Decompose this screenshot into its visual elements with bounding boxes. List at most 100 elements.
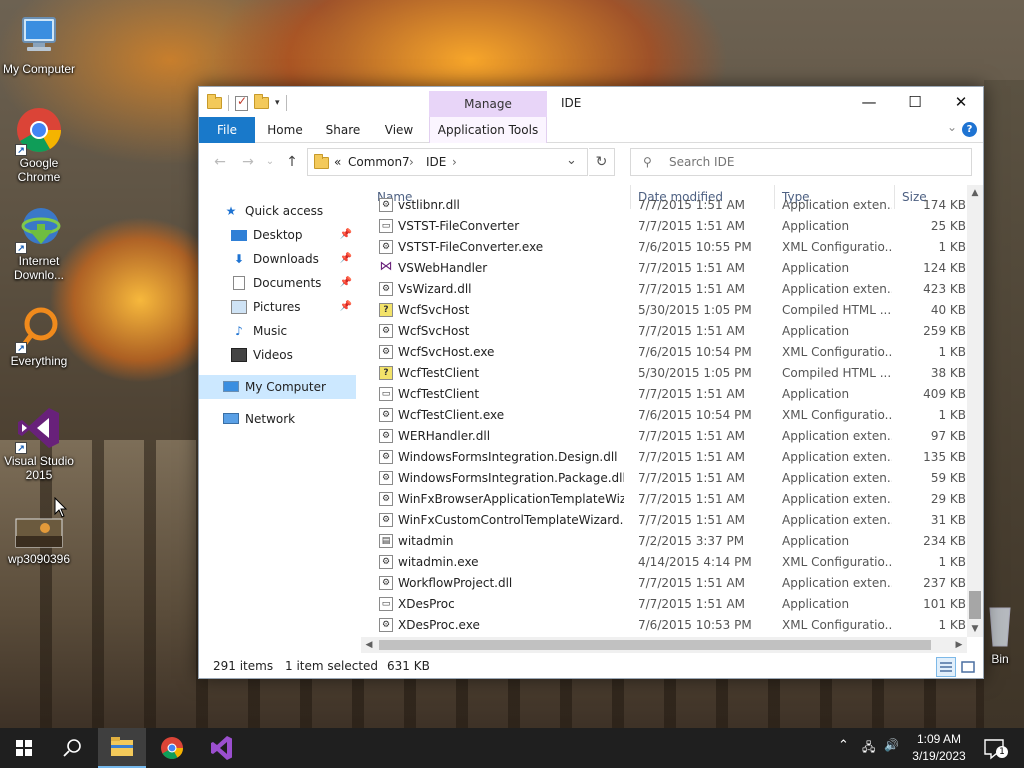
customize-toolbar-icon[interactable]: ▾: [275, 98, 280, 108]
pin-icon[interactable]: 📌: [340, 271, 352, 295]
manage-tab[interactable]: Manage: [429, 97, 547, 111]
network-icon[interactable]: 🖧: [862, 738, 875, 759]
file-name: WcfSvcHost: [398, 303, 470, 317]
table-row[interactable]: ⚙ WindowsFormsIntegration.Package.dll 7/7/…: [371, 468, 967, 489]
nav-quick-access[interactable]: ★ Quick access: [199, 199, 356, 223]
taskbar-file-explorer[interactable]: [98, 728, 146, 768]
breadcrumb-overflow[interactable]: «: [334, 155, 341, 169]
horizontal-scrollbar[interactable]: ◀ ▶: [361, 637, 967, 653]
pin-icon[interactable]: 📌: [340, 247, 352, 271]
search-button[interactable]: [48, 728, 96, 768]
new-folder-icon[interactable]: [254, 94, 269, 109]
file-date: 7/7/2015 1:51 AM: [638, 471, 746, 485]
table-row[interactable]: ⚙ WcfTestClient.exe 7/6/2015 10:54 PM XML C…: [371, 405, 967, 426]
nav-item-documents[interactable]: Documents 📌: [199, 271, 356, 295]
desktop-icon-visual-studio[interactable]: ↗ Visual Studio 2015: [0, 404, 78, 482]
scroll-down-icon[interactable]: ▼: [967, 621, 983, 637]
table-row[interactable]: ⚙ vstlibnr.dll 7/7/2015 1:51 AM Application…: [371, 195, 967, 216]
desktop-icon-everything[interactable]: ↗ Everything: [0, 304, 78, 368]
tab-application-tools[interactable]: Application Tools: [429, 117, 547, 143]
minimize-button[interactable]: —: [846, 91, 892, 115]
table-row[interactable]: ⚙ VsWizard.dll 7/7/2015 1:51 AM Application…: [371, 279, 967, 300]
file-date: 7/7/2015 1:51 AM: [638, 282, 746, 296]
everything-icon: ↗: [15, 304, 63, 354]
file-type: Application exten...: [782, 450, 892, 464]
table-row[interactable]: ⚙ VSTST-FileConverter.exe 7/6/2015 10:55 P…: [371, 237, 967, 258]
table-row[interactable]: ⚙ WcfSvcHost.exe 7/6/2015 10:54 PM XML Conf…: [371, 342, 967, 363]
file-size: 234 KB: [923, 534, 966, 548]
nav-item-pictures[interactable]: Pictures 📌: [199, 295, 356, 319]
maximize-button[interactable]: ☐: [892, 91, 938, 115]
table-row[interactable]: ▭ XDesProc 7/7/2015 1:51 AM Application 101 …: [371, 594, 967, 615]
breadcrumb-ide[interactable]: IDE: [426, 155, 446, 169]
taskbar-chrome[interactable]: [148, 728, 196, 768]
address-dropdown-icon[interactable]: ⌄: [566, 153, 577, 168]
scroll-up-icon[interactable]: ▲: [967, 185, 983, 201]
search-input[interactable]: [669, 153, 959, 171]
vertical-scrollbar[interactable]: ▲ ▼: [967, 185, 983, 637]
chrome-icon: [161, 737, 183, 759]
recent-locations-icon[interactable]: ⌄: [259, 152, 281, 172]
volume-icon[interactable]: 🔊: [884, 738, 899, 752]
tab-file[interactable]: File: [199, 117, 255, 143]
tab-home[interactable]: Home: [259, 117, 311, 143]
file-size: 31 KB: [930, 513, 966, 527]
table-row[interactable]: ▭ VSTST-FileConverter 7/7/2015 1:51 AM Appl…: [371, 216, 967, 237]
taskbar-visual-studio[interactable]: [198, 728, 246, 768]
show-hidden-icons-icon[interactable]: ⌃: [838, 738, 849, 753]
breadcrumb-separator[interactable]: ›: [409, 155, 414, 169]
pin-icon[interactable]: 📌: [340, 223, 352, 247]
table-row[interactable]: ▭ WcfTestClient 7/7/2015 1:51 AM Applicatio…: [371, 384, 967, 405]
nav-item-downloads[interactable]: ⬇ Downloads 📌: [199, 247, 356, 271]
forward-arrow-icon[interactable]: →: [237, 152, 259, 172]
table-row[interactable]: ▤ witadmin 7/2/2015 3:37 PM Application 234 …: [371, 531, 967, 552]
tab-view[interactable]: View: [374, 117, 424, 143]
table-row[interactable]: ⚙ WERHandler.dll 7/7/2015 1:51 AM Applicati…: [371, 426, 967, 447]
action-center-button[interactable]: 1: [980, 728, 1020, 768]
table-row[interactable]: ⚙ WorkflowProject.dll 7/7/2015 1:51 AM Appl…: [371, 573, 967, 594]
scroll-thumb[interactable]: [379, 640, 931, 650]
table-row[interactable]: ⚙ WinFxBrowserApplicationTemplateWizar...…: [371, 489, 967, 510]
nav-item-network[interactable]: Network: [199, 407, 356, 431]
file-name: WcfTestClient.exe: [398, 408, 505, 422]
table-row[interactable]: ⚙ XDesProc.exe 7/6/2015 10:53 PM XML Config…: [371, 615, 967, 636]
scroll-left-icon[interactable]: ◀: [361, 637, 377, 653]
back-arrow-icon[interactable]: ←: [209, 152, 231, 172]
refresh-button[interactable]: ↻: [589, 148, 615, 176]
address-bar[interactable]: « Common7 › IDE › ⌄: [307, 148, 588, 176]
table-row[interactable]: ⚙ witadmin.exe 4/14/2015 4:14 PM XML Config…: [371, 552, 967, 573]
large-icons-view-icon[interactable]: [958, 657, 978, 677]
nav-item-desktop[interactable]: Desktop 📌: [199, 223, 356, 247]
desktop-icon-my-computer[interactable]: My Computer: [0, 12, 78, 76]
close-button[interactable]: ✕: [938, 91, 984, 115]
details-view-icon[interactable]: [936, 657, 956, 677]
table-row[interactable]: ? WcfTestClient 5/30/2015 1:05 PM Compiled …: [371, 363, 967, 384]
breadcrumb-separator[interactable]: ›: [452, 155, 457, 169]
windows-logo-icon: [16, 740, 32, 756]
help-icon[interactable]: ?: [962, 122, 977, 137]
nav-item-music[interactable]: ♪ Music: [199, 319, 356, 343]
table-row[interactable]: ⚙ WcfSvcHost 7/7/2015 1:51 AM Application 25…: [371, 321, 967, 342]
scroll-right-icon[interactable]: ▶: [951, 637, 967, 653]
nav-item-my-computer[interactable]: My Computer: [199, 375, 356, 399]
table-row[interactable]: ⚙ WinFxCustomControlTemplateWizard.dll 7/7…: [371, 510, 967, 531]
tab-share[interactable]: Share: [317, 117, 369, 143]
nav-item-videos[interactable]: Videos: [199, 343, 356, 367]
clock[interactable]: 1:09 AM 3/19/2023: [906, 731, 972, 765]
breadcrumb-common7[interactable]: Common7: [348, 155, 410, 169]
desktop-icon-chrome[interactable]: ↗ Google Chrome: [0, 106, 78, 184]
table-row[interactable]: ? WcfSvcHost 5/30/2015 1:05 PM Compiled HTM…: [371, 300, 967, 321]
desktop-icon-idm[interactable]: ↗ Internet Downlo...: [0, 204, 78, 282]
file-name: WorkflowProject.dll: [398, 576, 513, 590]
table-row[interactable]: ⋈ VSWebHandler 7/7/2015 1:51 AM Application…: [371, 258, 967, 279]
expand-ribbon-icon[interactable]: ⌄: [947, 120, 957, 134]
properties-icon[interactable]: [235, 94, 248, 111]
pin-icon[interactable]: 📌: [340, 295, 352, 319]
download-arrow-icon: ⬇: [233, 252, 245, 266]
table-row[interactable]: ⚙ WindowsFormsIntegration.Design.dll 7/7/2…: [371, 447, 967, 468]
desktop-icon-wallpaper-file[interactable]: wp3090396: [0, 518, 78, 566]
search-box[interactable]: ⚲: [630, 148, 972, 176]
up-arrow-icon[interactable]: ↑: [281, 152, 303, 172]
start-button[interactable]: [0, 728, 48, 768]
scroll-thumb[interactable]: [969, 591, 981, 619]
